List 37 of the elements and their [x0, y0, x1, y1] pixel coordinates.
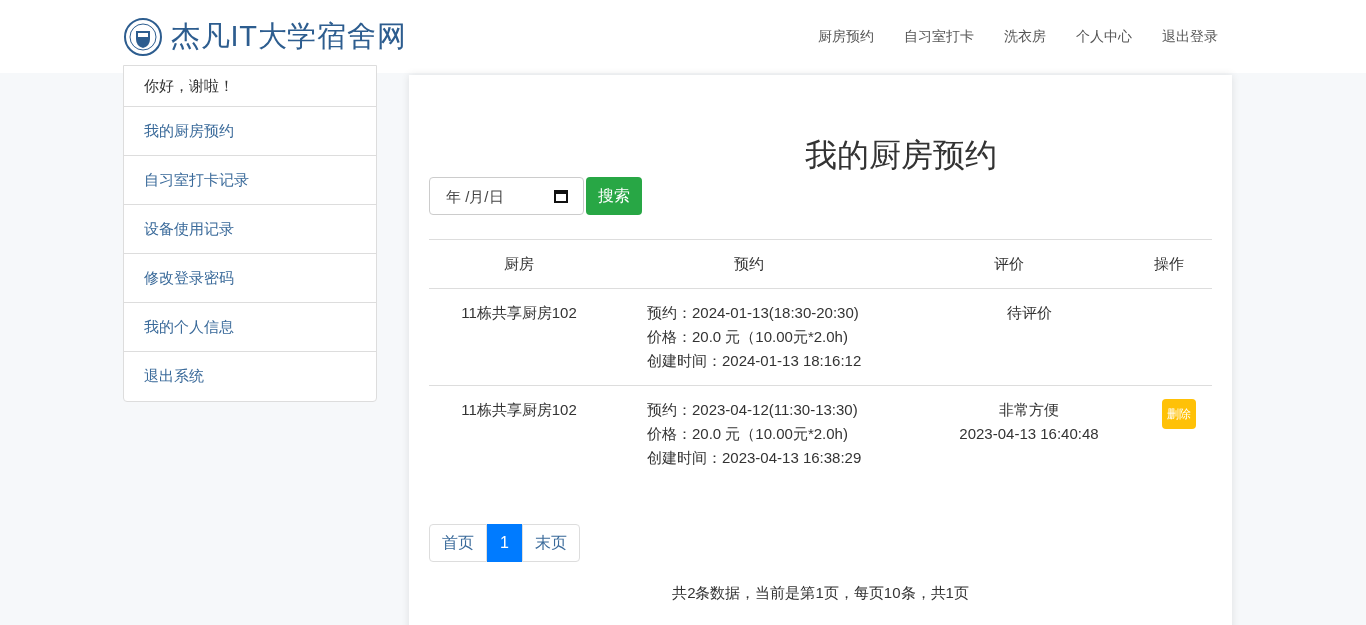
page-link[interactable]: 首页 [429, 524, 487, 562]
sidebar-item[interactable]: 设备使用记录 [124, 205, 376, 254]
nav-link[interactable]: 个人中心 [1076, 26, 1132, 47]
page-link[interactable]: 1 [487, 524, 522, 562]
column-header: 评价 [994, 253, 1024, 274]
sidebar-item[interactable]: 我的厨房预约 [124, 107, 376, 156]
page-link[interactable]: 末页 [521, 524, 580, 562]
sidebar-item[interactable]: 我的个人信息 [124, 303, 376, 352]
table-cell-text: 创建时间：2024-01-13 18:16:12 [647, 351, 863, 371]
emblem-logo [123, 16, 163, 57]
search-button[interactable]: 搜索 [586, 177, 642, 215]
greeting-text: 你好，谢啦！ [124, 66, 376, 107]
page-title: 我的厨房预约 [803, 136, 998, 175]
table-cell-text: 11栋共享厨房102 [461, 400, 577, 420]
table-cell-text: 11栋共享厨房102 [461, 303, 577, 323]
site-title: 杰凡IT大学宿舍网 [171, 18, 407, 54]
nav-link[interactable]: 自习室打卡 [904, 26, 974, 47]
table-cell-text: 非常方便 [999, 400, 1059, 420]
table-cell-text: 预约：2024-01-13(18:30-20:30) [647, 303, 860, 323]
sidebar-item[interactable]: 修改登录密码 [124, 254, 376, 303]
table-cell-text: 待评价 [1006, 303, 1052, 323]
column-header: 厨房 [504, 253, 534, 274]
table-cell-text: 创建时间：2023-04-13 16:38:29 [647, 448, 863, 468]
table-cell-text: 价格：20.0 元（10.00元*2.0h) [647, 424, 849, 444]
date-field[interactable]: 年 /月/日 [429, 177, 584, 215]
column-header: 操作 [1154, 253, 1184, 274]
calendar-icon [554, 189, 568, 203]
column-header: 预约 [734, 253, 764, 274]
nav-link[interactable]: 厨房预约 [818, 26, 874, 47]
nav-link[interactable]: 洗衣房 [1004, 26, 1046, 47]
table-cell-text: 2023-04-13 16:40:48 [959, 424, 1099, 444]
table-cell-text: 预约：2023-04-12(11:30-13:30) [647, 400, 859, 420]
sidebar-item[interactable]: 退出系统 [124, 352, 376, 401]
table-cell-text: 价格：20.0 元（10.00元*2.0h) [647, 327, 849, 347]
nav-link[interactable]: 退出登录 [1162, 26, 1218, 47]
sidebar-item[interactable]: 自习室打卡记录 [124, 156, 376, 205]
pagination-summary: 共2条数据，当前是第1页，每页10条，共1页 [672, 583, 969, 603]
